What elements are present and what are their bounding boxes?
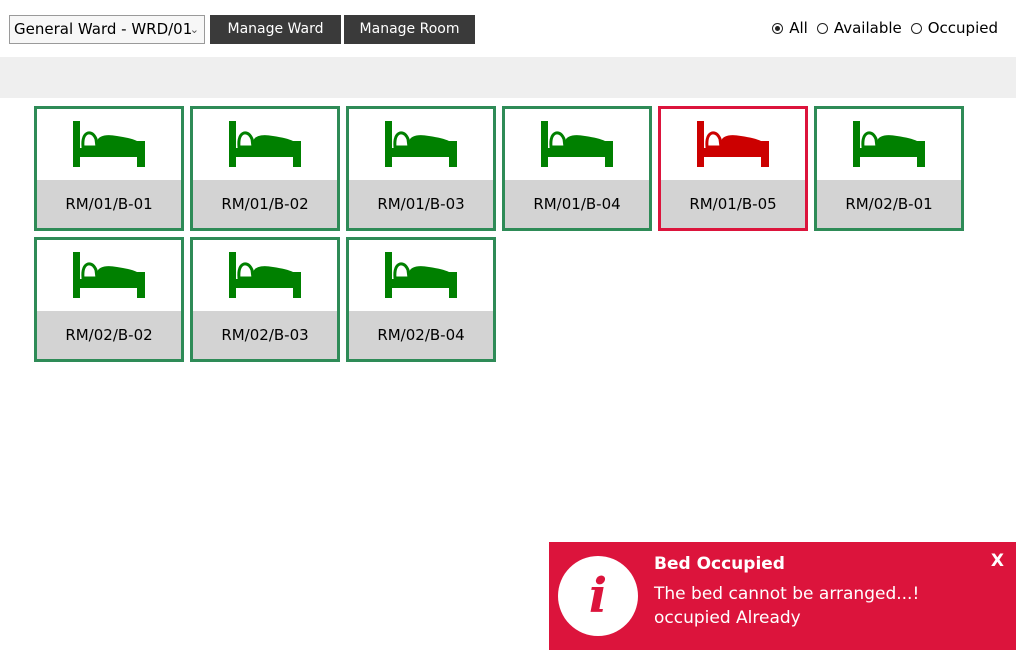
bed-label: RM/01/B-01: [37, 180, 181, 228]
chevron-down-icon: ⌄: [189, 23, 199, 36]
ward-select[interactable]: General Ward - WRD/01 ⌄: [9, 15, 205, 44]
radio-available[interactable]: [816, 22, 828, 34]
toolbar-band: [0, 57, 1016, 98]
bed-icon: [385, 120, 457, 167]
bed-icon-wrap: [349, 240, 493, 311]
toast-title: Bed Occupied: [654, 554, 785, 574]
bed-icon: [697, 120, 769, 167]
bed-card[interactable]: RM/01/B-02: [190, 106, 340, 231]
bed-icon-wrap: [37, 240, 181, 311]
bed-card[interactable]: RM/01/B-05: [658, 106, 808, 231]
bed-icon: [229, 251, 301, 298]
bed-icon-wrap: [193, 109, 337, 180]
bed-icon: [73, 251, 145, 298]
filter-available[interactable]: Available: [816, 19, 902, 37]
bed-icon-wrap: [505, 109, 649, 180]
bed-occupied-toast: i Bed Occupied The bed cannot be arrange…: [549, 542, 1016, 650]
bed-label: RM/02/B-04: [349, 311, 493, 359]
radio-all[interactable]: [772, 22, 784, 34]
bed-card[interactable]: RM/02/B-01: [814, 106, 964, 231]
filter-available-label: Available: [833, 19, 902, 37]
toast-message-line1: The bed cannot be arranged...!: [654, 584, 920, 604]
manage-ward-button[interactable]: Manage Ward: [210, 15, 341, 44]
status-filter: All Available Occupied: [763, 19, 998, 37]
close-button[interactable]: X: [991, 551, 1004, 571]
bed-icon: [853, 120, 925, 167]
bed-icon-wrap: [817, 109, 961, 180]
bed-icon-wrap: [37, 109, 181, 180]
ward-select-value: General Ward - WRD/01: [14, 20, 193, 38]
filter-occupied-label: Occupied: [927, 19, 998, 37]
bed-label: RM/02/B-03: [193, 311, 337, 359]
bed-card[interactable]: RM/02/B-04: [346, 237, 496, 362]
radio-occupied[interactable]: [910, 22, 922, 34]
toast-message: The bed cannot be arranged...! occupied …: [654, 582, 984, 630]
filter-all[interactable]: All: [772, 19, 808, 37]
bed-icon-wrap: [661, 109, 805, 180]
toast-message-line2: occupied Already: [654, 608, 801, 628]
bed-card[interactable]: RM/01/B-01: [34, 106, 184, 231]
bed-icon: [385, 251, 457, 298]
bed-card[interactable]: RM/02/B-02: [34, 237, 184, 362]
bed-label: RM/01/B-05: [661, 180, 805, 228]
bed-card[interactable]: RM/02/B-03: [190, 237, 340, 362]
bed-icon-wrap: [349, 109, 493, 180]
bed-label: RM/01/B-03: [349, 180, 493, 228]
bed-card[interactable]: RM/01/B-03: [346, 106, 496, 231]
bed-icon-wrap: [193, 240, 337, 311]
bed-card[interactable]: RM/01/B-04: [502, 106, 652, 231]
bed-label: RM/02/B-01: [817, 180, 961, 228]
bed-label: RM/01/B-04: [505, 180, 649, 228]
bed-icon: [73, 120, 145, 167]
manage-room-button[interactable]: Manage Room: [344, 15, 475, 44]
bed-icon: [229, 120, 301, 167]
bed-label: RM/02/B-02: [37, 311, 181, 359]
filter-occupied[interactable]: Occupied: [910, 19, 998, 37]
info-icon: i: [558, 556, 638, 636]
bed-icon: [541, 120, 613, 167]
filter-all-label: All: [789, 19, 808, 37]
bed-label: RM/01/B-02: [193, 180, 337, 228]
